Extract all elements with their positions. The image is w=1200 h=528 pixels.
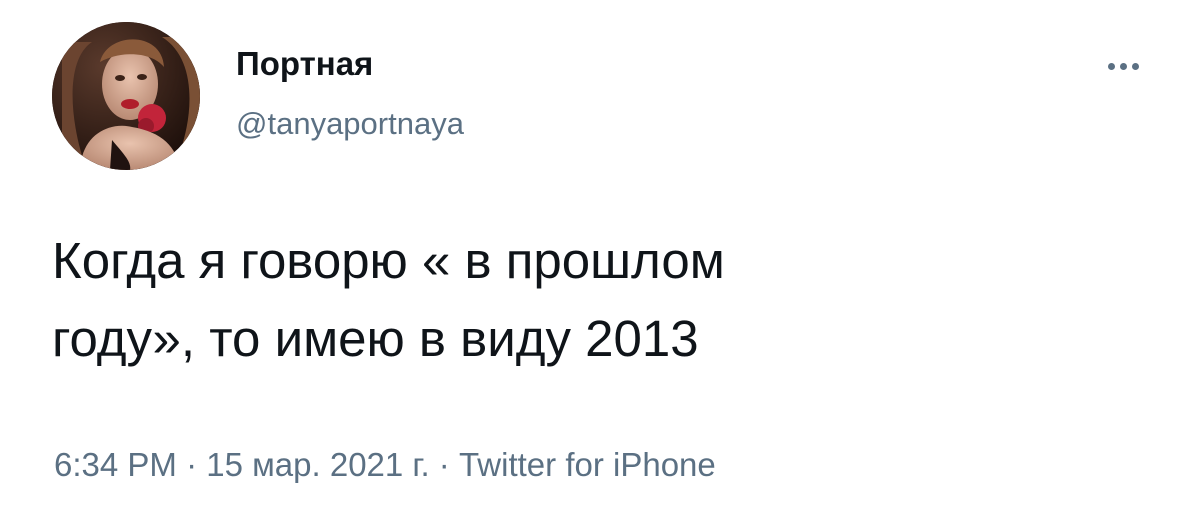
meta-separator: ·: [438, 446, 450, 483]
tweet-date[interactable]: 15 мар. 2021 г.: [206, 446, 429, 483]
dot: [1107, 62, 1115, 70]
tweet-meta: 6:34 PM · 15 мар. 2021 г. · Twitter for …: [54, 444, 716, 486]
author-name[interactable]: Портная: [236, 44, 373, 84]
meta-separator: ·: [186, 446, 198, 483]
dot: [1119, 62, 1127, 70]
tweet-text-line: Когда я говорю « в прошлом: [52, 232, 725, 289]
tweet-source[interactable]: Twitter for iPhone: [459, 446, 716, 483]
author-handle[interactable]: @tanyaportnaya: [236, 104, 464, 144]
tweet-time[interactable]: 6:34 PM: [54, 446, 177, 483]
more-horizontal-icon[interactable]: [1098, 54, 1148, 78]
tweet-text: Когда я говорю « в прошлом году», то име…: [52, 222, 1152, 378]
dot: [1131, 62, 1139, 70]
avatar-photo: [52, 22, 200, 170]
avatar[interactable]: [52, 22, 200, 170]
tweet-card: Портная @tanyaportnaya Когда я говорю « …: [0, 0, 1200, 528]
tweet-text-line: году», то имею в виду 2013: [52, 310, 699, 367]
